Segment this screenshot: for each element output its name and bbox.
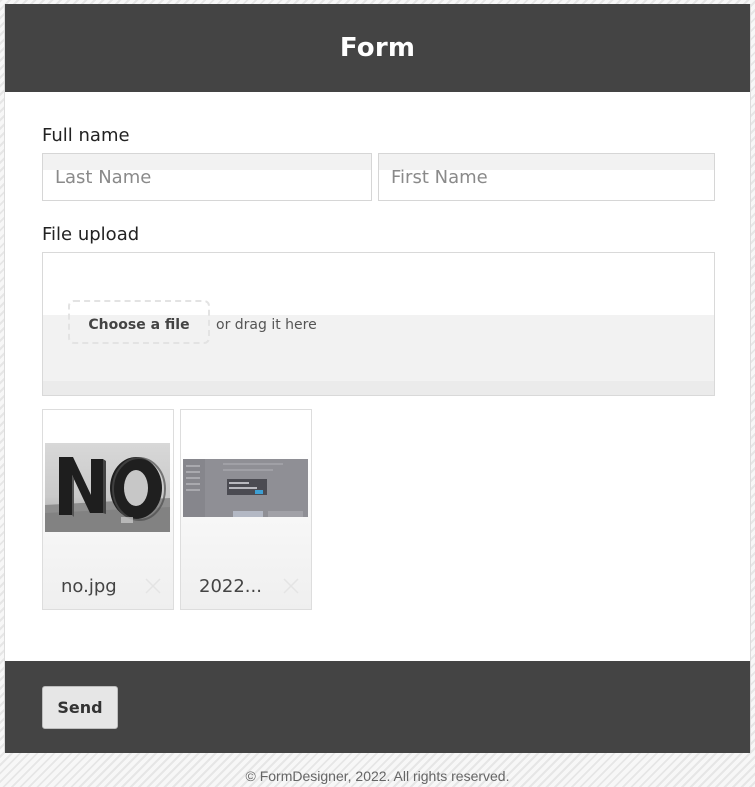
form-container: Form Full name File upload Choose a file… <box>4 4 751 753</box>
last-name-input[interactable] <box>42 153 372 201</box>
file-thumbnail-image <box>45 443 170 532</box>
full-name-label: Full name <box>42 125 130 146</box>
file-upload-label: File upload <box>42 224 140 245</box>
send-button[interactable]: Send <box>42 686 118 729</box>
screenshot-thumbnail <box>183 459 308 517</box>
form-title: Form <box>339 33 416 63</box>
first-name-input[interactable] <box>378 153 715 201</box>
file-card: no.jpg <box>42 409 174 610</box>
file-name: no.jpg <box>61 576 117 597</box>
file-card: 2022... <box>180 409 312 610</box>
no-photo-thumbnail <box>45 443 170 532</box>
copyright-notice: © FormDesigner, 2022. All rights reserve… <box>245 768 510 784</box>
file-name: 2022... <box>199 576 262 597</box>
choose-file-button[interactable]: Choose a file <box>68 300 210 344</box>
form-footer: Send <box>5 661 750 753</box>
file-thumbnail-image <box>183 459 308 517</box>
form-header: Form <box>5 4 750 92</box>
close-icon[interactable] <box>143 576 163 596</box>
close-icon[interactable] <box>281 576 301 596</box>
file-dropzone[interactable]: Choose a file or drag it here <box>42 252 715 396</box>
drag-hint: or drag it here <box>216 317 317 333</box>
